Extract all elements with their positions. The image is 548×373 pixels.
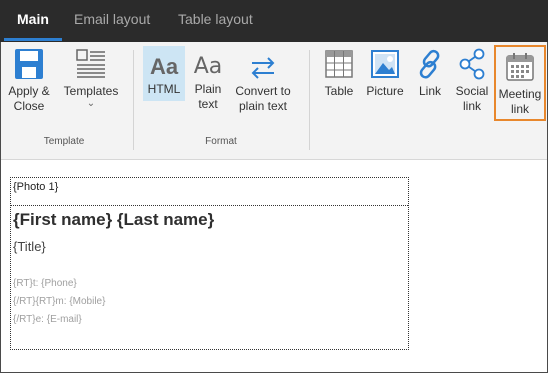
ribbon-separator: [309, 50, 310, 150]
share-icon: [459, 48, 485, 80]
insert-picture-button[interactable]: Picture: [363, 48, 407, 99]
photo-placeholder: {Photo 1}: [13, 181, 59, 193]
photo-cell[interactable]: {Photo 1}: [11, 178, 408, 206]
templates-label: Templates: [63, 84, 119, 98]
html-format-button[interactable]: Aa HTML: [143, 46, 185, 101]
meeting-link-label-2: link: [510, 102, 529, 116]
html-format-icon: Aa: [149, 54, 179, 79]
insert-social-link-button[interactable]: Social link: [453, 48, 491, 114]
picture-label: Picture: [366, 84, 404, 98]
phone-placeholder: {RT}t: {Phone}: [13, 278, 77, 289]
convert-to-plain-text-button[interactable]: Convert to plain text: [231, 48, 295, 114]
social-link-label-1: Social: [455, 84, 489, 98]
link-icon: [419, 49, 440, 79]
tab-table-layout[interactable]: Table layout: [178, 0, 253, 42]
save-icon: [15, 49, 43, 79]
mobile-placeholder: {/RT}{RT}m: {Mobile}: [13, 296, 106, 307]
plain-text-label-1: Plain: [194, 82, 222, 96]
plain-text-label-2: text: [198, 97, 218, 111]
plain-text-icon: Aa: [193, 54, 223, 79]
format-group-label: Format: [205, 136, 237, 147]
convert-label-2: plain text: [238, 99, 288, 113]
ribbon: Apply & Close Templates ⌄ Template Aa HT…: [1, 42, 547, 160]
meeting-link-label-1: Meeting: [498, 87, 542, 101]
chevron-down-icon: ⌄: [86, 98, 96, 109]
convert-arrows-icon: [251, 57, 275, 79]
signature-table[interactable]: {Photo 1} {First name} {Last name} {Titl…: [10, 177, 409, 350]
picture-icon: [371, 50, 399, 78]
insert-meeting-link-button[interactable]: Meeting link: [494, 45, 546, 121]
signature-editor[interactable]: {Photo 1} {First name} {Last name} {Titl…: [1, 161, 547, 372]
active-tab-indicator: [4, 38, 62, 41]
email-placeholder: {/RT}e: {E-mail}: [13, 314, 82, 325]
link-label: Link: [418, 84, 441, 98]
convert-label-1: Convert to: [235, 84, 291, 98]
table-icon: [325, 50, 353, 78]
table-label: Table: [324, 84, 354, 98]
tab-main[interactable]: Main: [17, 0, 49, 42]
html-format-label: HTML: [147, 82, 181, 96]
templates-button[interactable]: Templates ⌄: [61, 48, 121, 109]
name-placeholder: {First name} {Last name}: [13, 210, 215, 229]
calendar-icon: [506, 53, 534, 81]
plain-text-button[interactable]: Aa Plain text: [189, 48, 227, 112]
tab-email-layout[interactable]: Email layout: [74, 0, 150, 42]
insert-table-button[interactable]: Table: [320, 48, 358, 99]
template-group-label: Template: [43, 136, 85, 147]
tab-bar: Main Email layout Table layout: [0, 0, 548, 42]
apply-close-label-1: Apply &: [8, 84, 50, 98]
templates-icon: [76, 49, 105, 78]
ribbon-separator: [133, 50, 134, 150]
apply-close-button[interactable]: Apply & Close: [7, 48, 51, 114]
apply-close-label-2: Close: [13, 99, 45, 113]
title-placeholder: {Title}: [13, 239, 46, 254]
social-link-label-2: link: [462, 99, 481, 113]
insert-link-button[interactable]: Link: [413, 48, 447, 99]
